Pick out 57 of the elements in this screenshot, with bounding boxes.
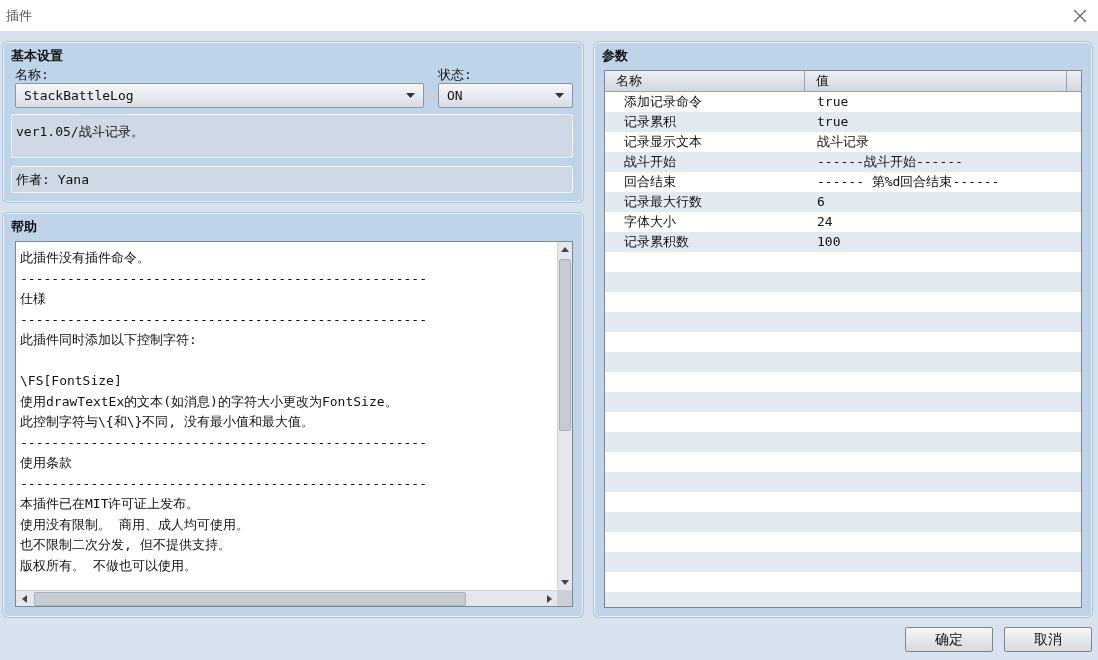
help-text-line: \FS[FontSize] <box>20 372 123 390</box>
description-field[interactable]: ver1.05/战斗记录。 <box>11 114 573 158</box>
parameter-name: 战斗开始 <box>623 153 677 171</box>
dialog-button[interactable]: 取消 <box>1004 627 1092 652</box>
parameter-value: ------ 第%d回合结束------ <box>816 173 1000 191</box>
status-dropdown[interactable]: ON <box>438 83 573 108</box>
down-arrow-icon[interactable] <box>561 580 569 585</box>
parameter-value: 100 <box>816 233 841 251</box>
parameter-name: 字体大小 <box>623 213 677 231</box>
parameter-value: 24 <box>816 213 833 231</box>
help-text-line: 使用drawTextEx的文本(如消息)的字符大小更改为FontSize。 <box>20 392 399 411</box>
horizontal-scrollbar[interactable] <box>16 590 572 606</box>
scroll-thumb[interactable] <box>559 259 571 431</box>
column-header[interactable]: 值 <box>805 71 1067 91</box>
help-text-line: 此插件没有插件命令。 <box>20 249 151 267</box>
status-label: 状态: <box>438 66 473 83</box>
close-icon[interactable] <box>1073 8 1087 23</box>
parameter-value: 6 <box>816 193 825 211</box>
help-text-line: ---------------------------------------------------- <box>20 433 428 452</box>
parameter-value: 战斗记录 <box>816 133 869 151</box>
parameter-name: 记录最大行数 <box>623 193 703 211</box>
help-text-line: 也不限制二次分发, 但不提供支持。 <box>20 536 232 554</box>
parameter-value: true <box>816 93 849 111</box>
up-arrow-icon[interactable] <box>561 247 569 252</box>
parameter-value: true <box>816 113 849 131</box>
panel-title: 帮助 <box>11 218 38 236</box>
panel-title: 参数 <box>602 47 629 65</box>
help-text-line: 此插件同时添加以下控制字符: <box>20 331 198 349</box>
parameter-value: ------战斗开始------ <box>816 153 963 171</box>
window-title: 插件 <box>6 6 32 25</box>
help-text-line: ---------------------------------------------------- <box>20 310 428 329</box>
parameter-name: 记录显示文本 <box>623 133 703 151</box>
parameter-name: 添加记录命令 <box>623 93 703 111</box>
left-arrow-icon[interactable] <box>21 594 27 603</box>
help-text-line: 此控制字符与\{和\}不同, 没有最小值和最大值。 <box>20 413 315 431</box>
name-dropdown[interactable]: StackBattleLog <box>15 83 424 108</box>
help-text-line: ---------------------------------------------------- <box>20 269 428 288</box>
help-text-line: 本插件已在MIT许可证上发布。 <box>20 495 201 513</box>
column-header[interactable]: 名称 <box>605 71 805 91</box>
caret-icon <box>406 93 415 98</box>
author-field: 作者: Yana <box>11 166 573 193</box>
name-label: 名称: <box>15 66 50 83</box>
dialog-button[interactable]: 确定 <box>905 627 993 652</box>
help-text-line: ---------------------------------------------------- <box>20 474 428 493</box>
parameter-name: 记录累积 <box>623 113 677 131</box>
caret-icon <box>555 93 564 98</box>
help-text-line: 版权所有。 不做也可以使用。 <box>20 556 198 575</box>
parameter-name: 回合结束 <box>623 173 677 191</box>
help-text-line: 使用条款 <box>20 454 73 472</box>
panel-title: 基本设置 <box>11 47 64 65</box>
help-text-line: 使用没有限制。 商用、成人均可使用。 <box>20 515 250 534</box>
parameter-name: 记录累积数 <box>623 233 690 251</box>
right-arrow-icon[interactable] <box>546 594 552 603</box>
scrollbar-corner <box>557 591 572 606</box>
scroll-thumb[interactable] <box>34 592 466 606</box>
vertical-scrollbar[interactable] <box>557 242 572 590</box>
help-text-line: 仕様 <box>20 290 47 308</box>
